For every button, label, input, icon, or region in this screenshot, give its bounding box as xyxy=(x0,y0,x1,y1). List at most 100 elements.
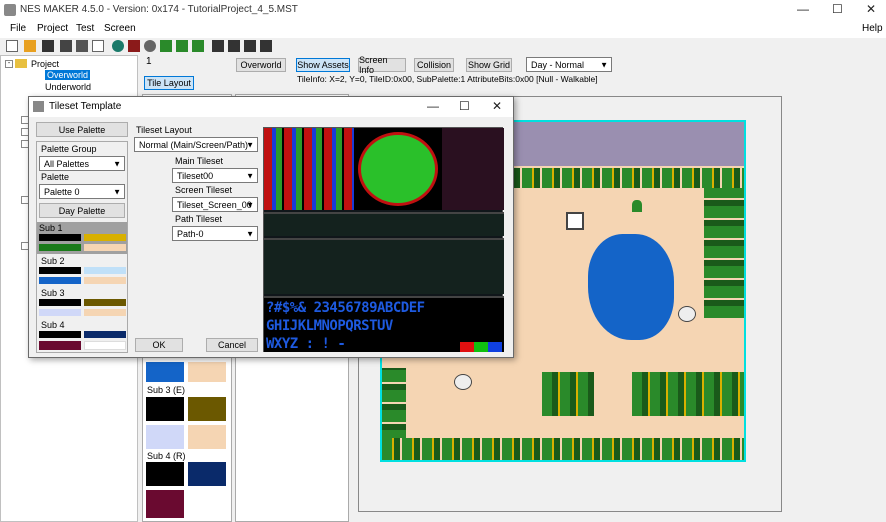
menu-help[interactable]: Help xyxy=(862,23,883,34)
path-tileset-select[interactable]: Path-0 ▼ xyxy=(172,226,258,241)
tileset-preview[interactable]: ?#$%& 23456789ABCDEF GHIJKLMNOPQRSTUV WX… xyxy=(263,127,504,352)
palette-swatch[interactable] xyxy=(39,299,81,306)
monitor-3-icon[interactable] xyxy=(244,40,256,52)
monitor-icon[interactable] xyxy=(212,40,224,52)
menu-bar: File Project Test Screen Help xyxy=(0,20,886,38)
palette-swatch[interactable] xyxy=(39,331,81,338)
dialog-close-icon[interactable]: ✕ xyxy=(492,99,502,113)
palette-swatch[interactable] xyxy=(84,267,126,274)
tileset-layout-label: Tileset Layout xyxy=(136,125,192,135)
palette-swatch[interactable] xyxy=(146,362,184,382)
tree-root[interactable]: Project xyxy=(31,59,59,69)
palette-swatch[interactable] xyxy=(188,490,226,518)
chip-icon[interactable] xyxy=(128,40,140,52)
green-arrow-2-icon[interactable] xyxy=(176,40,188,52)
show-grid-button[interactable]: Show Grid xyxy=(466,58,512,72)
palette-select[interactable]: Palette 0 ▼ xyxy=(39,184,125,199)
folder-icon xyxy=(15,59,27,68)
maximize-icon[interactable]: ☐ xyxy=(832,2,843,16)
document-icon[interactable] xyxy=(92,40,104,52)
minimize-icon[interactable]: — xyxy=(797,2,809,16)
green-arrow-3-icon[interactable] xyxy=(192,40,204,52)
water-pond xyxy=(588,234,674,340)
screen-tileset-select[interactable]: Tileset_Screen_00 ▼ xyxy=(172,197,258,212)
dialog-maximize-icon[interactable]: ☐ xyxy=(459,99,470,113)
palette-swatch[interactable] xyxy=(188,362,226,382)
menu-file[interactable]: File xyxy=(10,23,26,34)
palette-swatch[interactable] xyxy=(39,234,81,241)
npc-sprite xyxy=(632,200,642,212)
palette-swatch[interactable] xyxy=(84,299,126,306)
day-select-value: Day - Normal xyxy=(531,59,585,70)
palette-group-panel: Palette Group All Palettes ▼ Palette Pal… xyxy=(36,141,128,353)
screen-tileset-value: Tileset_Screen_00 xyxy=(177,199,252,210)
palette-swatch[interactable] xyxy=(146,462,184,486)
palette-swatch[interactable] xyxy=(39,267,81,274)
palette-swatch[interactable] xyxy=(188,462,226,486)
palette-swatch[interactable] xyxy=(84,341,126,350)
color-chip-green xyxy=(474,342,488,352)
font-row-3: WXYZ : ! - xyxy=(266,336,346,352)
main-tileset-preview xyxy=(264,128,504,210)
palette-swatch[interactable] xyxy=(39,277,81,284)
use-palette-button[interactable]: Use Palette xyxy=(36,122,128,137)
palette-swatch[interactable] xyxy=(84,234,126,241)
save-all-icon[interactable] xyxy=(60,40,72,52)
show-assets-button[interactable]: Show Assets xyxy=(296,58,350,72)
color-chip-blue xyxy=(488,342,502,352)
palette-group-value: All Palettes xyxy=(44,158,90,169)
day-select[interactable]: Day - Normal ▼ xyxy=(526,57,612,72)
new-file-icon[interactable] xyxy=(6,40,18,52)
tree-cluster-mid xyxy=(542,372,594,416)
palette-swatch[interactable] xyxy=(188,425,226,449)
dialog-minimize-icon[interactable]: — xyxy=(427,99,439,113)
screen-info-button[interactable]: Screen Info xyxy=(358,55,406,75)
tileset-layout-value: Normal (Main/Screen/Path) xyxy=(139,139,249,150)
gear-icon[interactable] xyxy=(144,40,156,52)
tileset-layout-select[interactable]: Normal (Main/Screen/Path) ▼ xyxy=(134,137,258,152)
dialog-title: Tileset Template xyxy=(49,101,122,112)
tree-row-bottom xyxy=(382,438,744,460)
cancel-button[interactable]: Cancel xyxy=(206,338,258,352)
open-folder-icon[interactable] xyxy=(24,40,36,52)
overworld-button[interactable]: Overworld xyxy=(236,58,286,72)
sub4-label: Sub 4 (R) xyxy=(147,451,186,461)
menu-test[interactable]: Test xyxy=(76,23,94,34)
sub3-dialog-label: Sub 3 xyxy=(41,288,65,298)
palette-swatch[interactable] xyxy=(146,425,184,449)
palette-swatch[interactable] xyxy=(146,490,184,518)
palette-swatch[interactable] xyxy=(84,331,126,338)
collision-button[interactable]: Collision xyxy=(414,58,454,72)
globe-icon[interactable] xyxy=(112,40,124,52)
palette-swatch[interactable] xyxy=(39,341,81,350)
font-row-2: GHIJKLMNOPQRSTUV xyxy=(266,318,393,334)
menu-screen[interactable]: Screen xyxy=(104,23,136,34)
palette-swatch[interactable] xyxy=(146,397,184,421)
disk-icon[interactable] xyxy=(76,40,88,52)
tree-collapse-icon[interactable]: - xyxy=(5,60,13,68)
title-bar: NES MAKER 4.5.0 - Version: 0x174 - Tutor… xyxy=(0,0,886,20)
palette-swatch[interactable] xyxy=(39,244,81,251)
palette-swatch[interactable] xyxy=(188,397,226,421)
tile-block-green-bush xyxy=(358,132,438,206)
skull-sprite xyxy=(566,212,584,230)
monitor-2-icon[interactable] xyxy=(228,40,240,52)
monitor-4-icon[interactable] xyxy=(260,40,272,52)
green-arrow-icon[interactable] xyxy=(160,40,172,52)
palette-group-select[interactable]: All Palettes ▼ xyxy=(39,156,125,171)
menu-project[interactable]: Project xyxy=(37,23,68,34)
chevron-down-icon: ▼ xyxy=(113,187,121,196)
day-palette-button[interactable]: Day Palette xyxy=(39,203,125,218)
close-icon[interactable]: ✕ xyxy=(866,2,876,16)
ok-button[interactable]: OK xyxy=(135,338,183,352)
path-tileset-label: Path Tileset xyxy=(175,214,223,224)
palette-swatch[interactable] xyxy=(84,244,126,251)
palette-swatch[interactable] xyxy=(39,309,81,316)
palette-swatch[interactable] xyxy=(84,277,126,284)
main-tileset-select[interactable]: Tileset00 ▼ xyxy=(172,168,258,183)
save-icon[interactable] xyxy=(42,40,54,52)
palette-swatch[interactable] xyxy=(84,309,126,316)
tree-item-overworld[interactable]: Overworld xyxy=(45,70,91,80)
tile-layout-button[interactable]: Tile Layout xyxy=(144,76,194,90)
tree-item-underworld[interactable]: Underworld xyxy=(45,82,91,92)
